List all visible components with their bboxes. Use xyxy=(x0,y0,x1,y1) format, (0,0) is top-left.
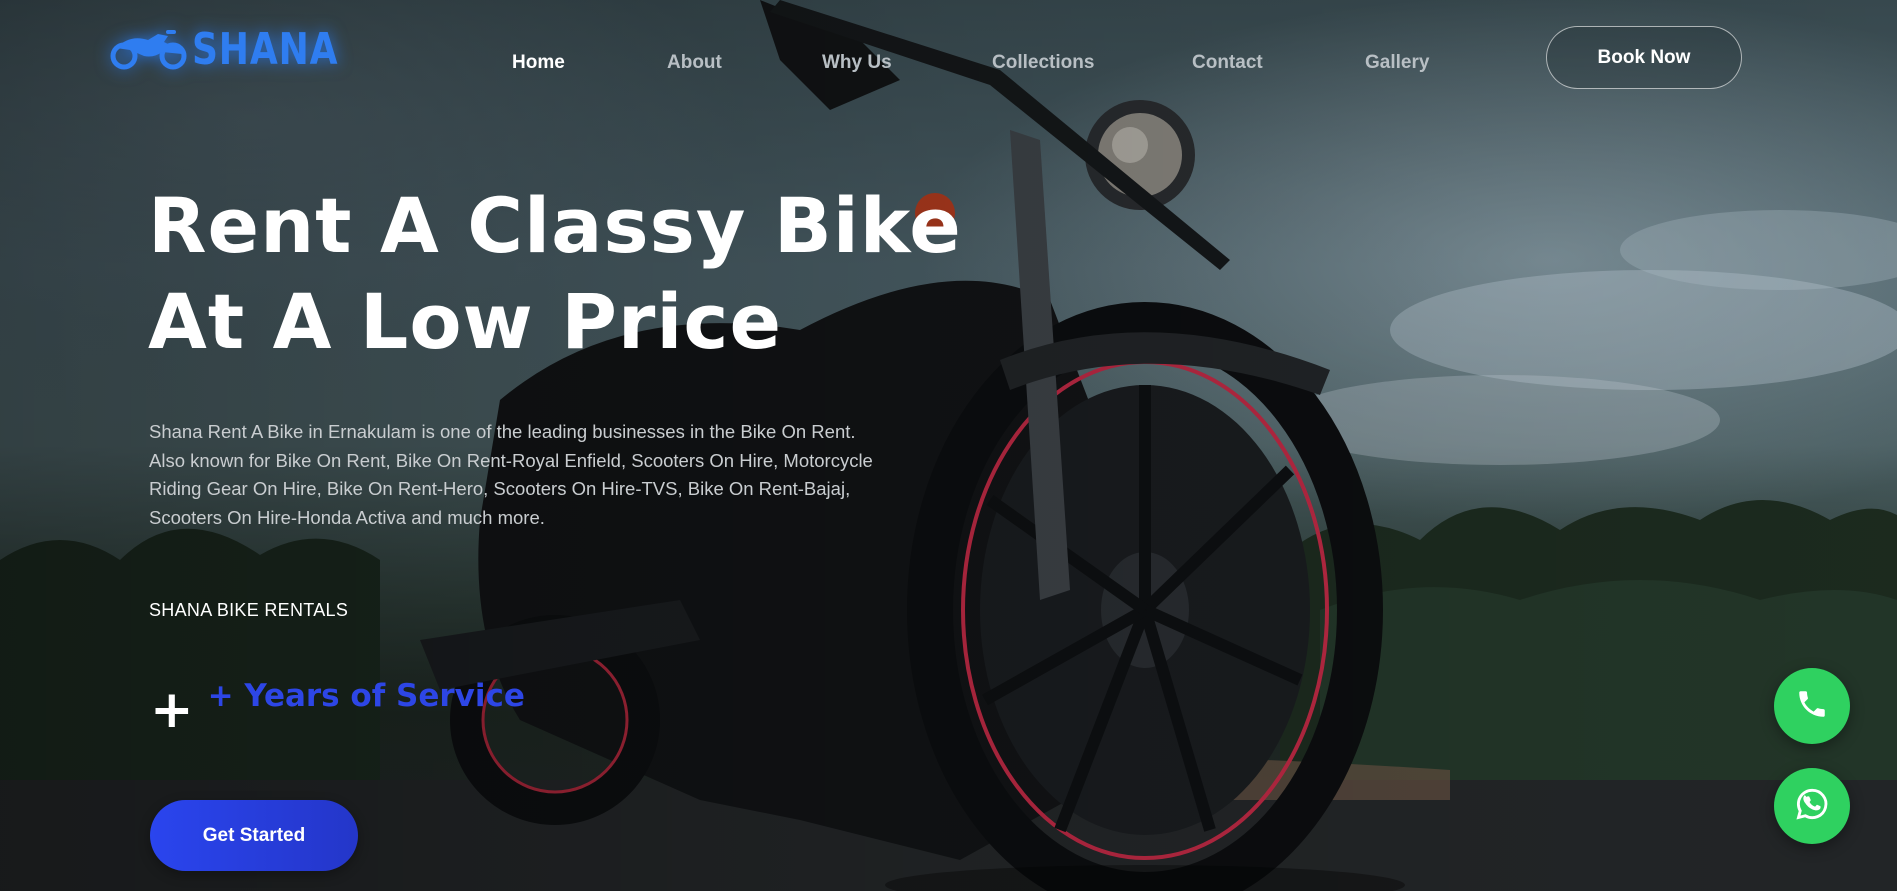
hero-title-line-1: Rent A Classy Bike xyxy=(148,181,962,270)
brand-label: SHANA BIKE RENTALS xyxy=(149,600,349,620)
hero-title: Rent A Classy Bike At A Low Price xyxy=(148,178,962,370)
hero-description-line: Scooters On Hire-Honda Activa and much m… xyxy=(149,506,545,528)
get-started-button[interactable]: Get Started xyxy=(150,800,358,871)
hero-description-line: Riding Gear On Hire, Bike On Rent-Hero, … xyxy=(149,478,851,499)
hero-description: Shana Rent A Bike in Ernakulam is one of… xyxy=(149,418,949,532)
hero-description-line: Shana Rent A Bike in Ernakulam is one of… xyxy=(149,421,856,442)
phone-icon xyxy=(1795,687,1829,726)
nav-why-us[interactable]: Why Us xyxy=(822,52,892,74)
whatsapp-icon xyxy=(1793,785,1831,828)
stat-plus-sign: + xyxy=(150,680,194,740)
nav-about[interactable]: About xyxy=(667,52,722,74)
years-of-service-stat: + + Years of Service xyxy=(150,678,525,738)
nav-contact[interactable]: Contact xyxy=(1192,52,1263,74)
nav-gallery[interactable]: Gallery xyxy=(1365,52,1429,74)
nav-collections[interactable]: Collections xyxy=(992,52,1094,74)
hero-title-line-2: At A Low Price xyxy=(148,277,783,366)
stat-label: + Years of Service xyxy=(207,678,525,714)
book-now-button[interactable]: Book Now xyxy=(1546,26,1742,89)
hero-description-line: Also known for Bike On Rent, Bike On Ren… xyxy=(149,449,873,471)
nav-home[interactable]: Home xyxy=(512,52,565,74)
whatsapp-button[interactable] xyxy=(1774,768,1850,844)
call-button[interactable] xyxy=(1774,668,1850,744)
